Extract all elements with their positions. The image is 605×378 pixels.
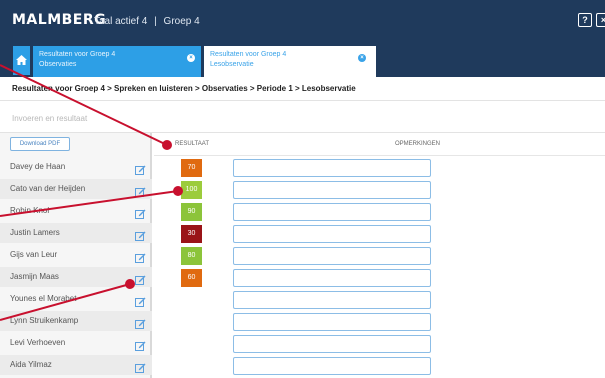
remarks-input[interactable]: [233, 335, 431, 353]
student-name: Younes el Morabet: [10, 294, 77, 303]
header-divider: [154, 155, 605, 156]
table-row: Jasmijn Maas 60: [0, 267, 605, 287]
close-tab-icon[interactable]: ×: [187, 54, 195, 62]
divider: [0, 100, 605, 101]
table-row: Younes el Morabet: [0, 289, 605, 309]
edit-icon[interactable]: [135, 272, 146, 290]
breadcrumb: Resultaten voor Groep 4 > Spreken en lui…: [12, 84, 356, 93]
table-row: Justin Lamers 30: [0, 223, 605, 243]
tab-subtitle: Observaties: [39, 61, 77, 68]
student-name: Aida Yilmaz: [0, 355, 152, 375]
remarks-input[interactable]: [233, 357, 431, 375]
edit-icon[interactable]: [135, 206, 146, 224]
remarks-input[interactable]: [233, 247, 431, 265]
remarks-input[interactable]: [233, 313, 431, 331]
section-title: Taal actief 4: [94, 16, 148, 27]
student-name: Justin Lamers: [0, 223, 152, 243]
edit-icon[interactable]: [135, 184, 146, 202]
remarks-input[interactable]: [233, 269, 431, 287]
result-badge: 90: [181, 203, 202, 221]
table-row: Levi Verhoeven: [0, 333, 605, 353]
app-subtitle: Taal actief 4 | Groep 4: [94, 16, 200, 27]
close-tab-icon[interactable]: ×: [358, 54, 366, 62]
subtitle-separator: |: [154, 16, 157, 27]
close-icon[interactable]: ×: [596, 13, 605, 27]
remarks-input[interactable]: [233, 291, 431, 309]
tab-title: Resultaten voor Groep 4: [210, 51, 287, 58]
instruction-text: Invoeren en resultaat: [12, 114, 88, 123]
student-name: Jasmijn Maas: [0, 267, 152, 287]
student-name: Lynn Struikenkamp: [0, 311, 152, 331]
group-title: Groep 4: [163, 16, 200, 27]
edit-icon[interactable]: [135, 162, 146, 180]
home-icon: [16, 55, 27, 65]
student-name: Cato van der Heijden: [0, 179, 152, 199]
edit-icon[interactable]: [135, 338, 146, 356]
table-row: Cato van der Heijden 100: [0, 179, 605, 199]
result-badge: 60: [181, 269, 202, 287]
table-row: Aida Yilmaz: [0, 355, 605, 375]
column-header-result: RESULTAAT: [174, 141, 209, 147]
edit-icon[interactable]: [135, 228, 146, 246]
remarks-input[interactable]: [233, 203, 431, 221]
remarks-input[interactable]: [233, 181, 431, 199]
edit-icon[interactable]: [135, 250, 146, 268]
student-name: Robin Knol: [10, 206, 50, 215]
remarks-input[interactable]: [233, 159, 431, 177]
edit-icon[interactable]: [135, 360, 146, 378]
table-row: Davey de Haan 70: [0, 157, 605, 177]
result-badge: 80: [181, 247, 202, 265]
result-badge: 100: [181, 181, 202, 199]
table-row: Lynn Struikenkamp: [0, 311, 605, 331]
home-button[interactable]: [13, 46, 30, 75]
remarks-input[interactable]: [233, 225, 431, 243]
student-name: Davey de Haan: [10, 162, 66, 171]
table-row: Gijs van Leur 80: [0, 245, 605, 265]
brand-logo: MALMBERG: [12, 12, 107, 28]
tab-subtitle: Lesobservatie: [210, 61, 254, 68]
table-row: Robin Knol 90: [0, 201, 605, 221]
tab-observaties[interactable]: Resultaten voor Groep 4 Observaties ×: [33, 46, 201, 77]
student-name: Gijs van Leur: [10, 250, 58, 259]
column-header-remarks: OPMERKINGEN: [394, 141, 440, 147]
edit-icon[interactable]: [135, 316, 146, 334]
tab-title: Resultaten voor Groep 4: [39, 51, 116, 58]
result-badge: 70: [181, 159, 202, 177]
result-badge: 30: [181, 225, 202, 243]
download-pdf-button[interactable]: Download PDF: [10, 137, 70, 151]
student-name: Levi Verhoeven: [10, 338, 66, 347]
tab-lesobservatie[interactable]: Resultaten voor Groep 4 Lesobservatie ×: [204, 46, 376, 77]
help-icon[interactable]: ?: [578, 13, 592, 27]
edit-icon[interactable]: [135, 294, 146, 312]
